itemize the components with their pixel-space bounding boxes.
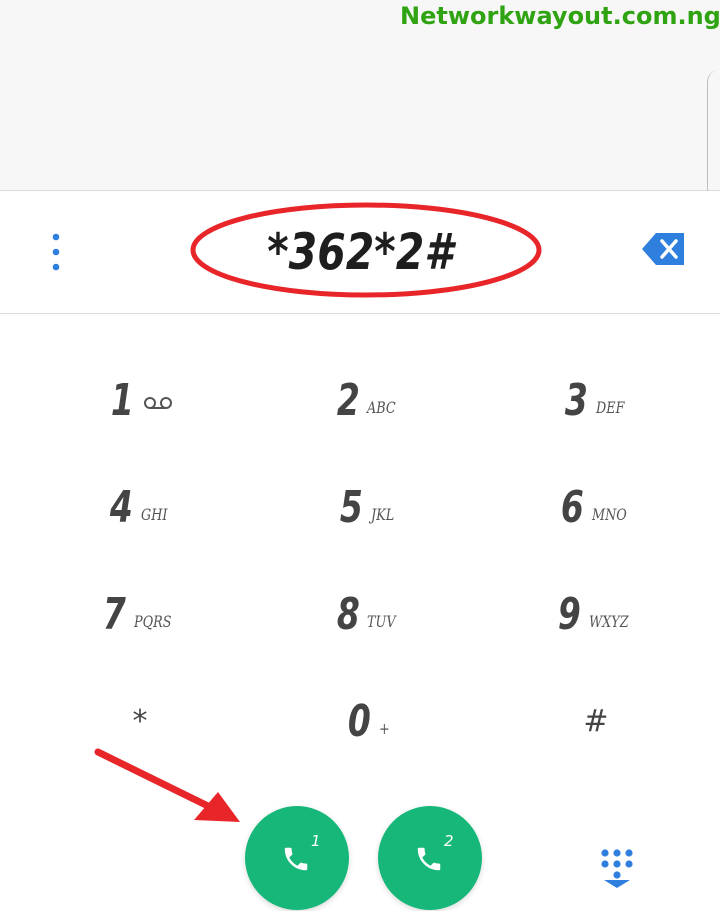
key-star[interactable]: * (30, 676, 250, 766)
call-sim2-button[interactable]: 2 (378, 806, 482, 910)
key-digit: 8 (336, 588, 360, 640)
voicemail-icon (144, 397, 173, 409)
key-5[interactable]: 5 JKL (258, 462, 478, 552)
key-digit: 4 (109, 481, 133, 533)
key-digit: 7 (103, 588, 127, 640)
key-letters: PQRS (133, 611, 172, 631)
scroll-edge (707, 70, 720, 200)
dialed-number[interactable]: *362*2# (65, 209, 655, 295)
key-letters: JKL (370, 504, 395, 524)
key-digit: 6 (560, 481, 584, 533)
backspace-icon[interactable] (638, 229, 688, 269)
phone-icon (417, 847, 441, 871)
key-digit: 2 (336, 374, 360, 426)
key-letters: GHI (140, 504, 168, 524)
key-letters: DEF (595, 397, 624, 417)
key-digit: 3 (564, 374, 588, 426)
key-letters: MNO (591, 504, 627, 524)
key-hash[interactable]: # (486, 676, 706, 766)
sim-label: 2 (444, 832, 454, 850)
key-1[interactable]: 1 (30, 355, 250, 445)
key-2[interactable]: 2 ABC (258, 355, 478, 445)
key-6[interactable]: 6 MNO (486, 462, 706, 552)
call-sim1-button[interactable]: 1 (245, 806, 349, 910)
key-0[interactable]: 0 + (258, 676, 478, 766)
sim-label: 1 (311, 832, 321, 850)
phone-icon (284, 847, 308, 871)
key-3[interactable]: 3 DEF (486, 355, 706, 445)
key-digit: 0 (347, 695, 371, 747)
key-7[interactable]: 7 PQRS (30, 569, 250, 659)
key-letters: + (378, 718, 390, 738)
key-digit: 1 (110, 374, 134, 426)
key-digit: # (583, 703, 609, 739)
key-digit: 5 (340, 481, 363, 533)
key-digit: * (132, 703, 148, 739)
key-4[interactable]: 4 GHI (30, 462, 250, 552)
watermark: Networkwayout.com.ng (400, 2, 720, 30)
key-letters: TUV (367, 611, 397, 631)
dialpad-icon[interactable] (592, 846, 642, 890)
key-digit: 9 (557, 588, 581, 640)
key-letters: WXYZ (588, 611, 629, 631)
key-9[interactable]: 9 WXYZ (486, 569, 706, 659)
key-letters: ABC (367, 397, 397, 417)
dial-bar: *362*2# (0, 191, 720, 314)
key-8[interactable]: 8 TUV (258, 569, 478, 659)
